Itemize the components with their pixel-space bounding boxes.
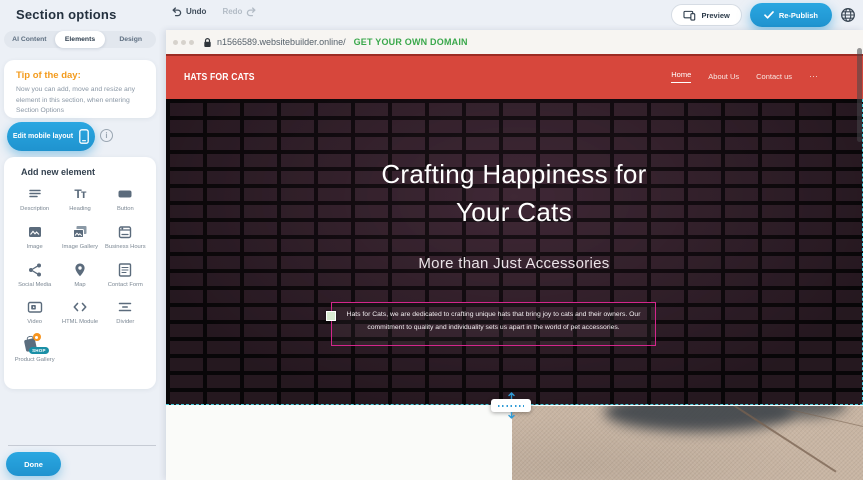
site-url[interactable]: n1566589.websitebuilder.online/ [217,37,346,47]
site-header: HATS FOR CATS Home About Us Contact us ⋯ [166,54,863,99]
undo-button[interactable]: Undo [171,6,206,17]
preview-label: Preview [701,11,729,20]
arrow-up-icon [507,392,516,399]
contact-form-icon [116,261,134,279]
site-nav: Home About Us Contact us ⋯ [671,70,845,83]
get-own-domain-link[interactable]: GET YOUR OWN DOMAIN [354,37,468,47]
element-item-video[interactable]: Video [12,298,57,327]
element-item-contact-form[interactable]: Contact Form [103,261,148,290]
element-item-html-module[interactable]: HTML Module [57,298,102,327]
notification-badge [33,333,41,341]
add-element-title: Add new element [21,167,148,177]
website-builder-app: Section options Undo Redo Preview Re-Pub… [0,0,863,480]
tip-title: Tip of the day: [16,70,144,81]
lock-icon [203,37,212,48]
nav-about-us[interactable]: About Us [708,72,739,81]
description-icon [26,185,44,203]
browser-bar: n1566589.websitebuilder.online/ GET YOUR… [166,30,863,54]
window-dot [189,40,194,45]
republish-button[interactable]: Re-Publish [750,3,832,27]
check-icon [764,11,774,19]
html-module-icon [71,298,89,316]
element-item-social-media[interactable]: Social Media [12,261,57,290]
devices-icon [683,10,696,21]
nav-home[interactable]: Home [671,70,691,83]
history-controls: Undo Redo [171,6,257,17]
nav-contact-us[interactable]: Contact us [756,72,792,81]
hero-title-line2: Your Cats [166,193,862,231]
window-dot [181,40,186,45]
tip-of-the-day-card: Tip of the day: Now you can add, move an… [4,60,156,118]
site-logo: HATS FOR CATS [184,71,255,83]
window-control-dots [173,40,194,45]
element-item-business-hours[interactable]: Business Hours [103,223,148,252]
element-item-button[interactable]: Button [103,185,148,214]
top-actions: Preview Re-Publish [671,3,857,27]
undo-icon [171,6,182,17]
tab-ai-content[interactable]: AI Content [4,31,55,48]
redo-button[interactable]: Redo [222,6,257,17]
map-pin-icon [71,261,89,279]
redo-icon [246,6,257,17]
phone-icon [79,129,89,144]
undo-label: Undo [186,7,206,16]
info-icon: i [105,131,107,140]
info-button[interactable]: i [100,129,113,142]
video-icon [26,298,44,316]
language-globe-button[interactable] [840,7,857,24]
element-item-image-gallery[interactable]: Image Gallery [57,223,102,252]
business-hours-icon [116,223,134,241]
divider-icon [116,298,134,316]
edit-mobile-label: Edit mobile layout [13,133,73,140]
tab-elements[interactable]: Elements [55,31,106,48]
add-new-element-panel: Add new element Description Tт Heading B… [4,157,156,389]
sidebar-divider [8,445,156,446]
element-item-map[interactable]: Map [57,261,102,290]
scrollbar-thumb[interactable] [857,48,862,142]
section-resize-handle[interactable] [491,392,531,419]
hero-title: Crafting Happiness for Your Cats [166,99,862,231]
nav-more-button[interactable]: ⋯ [809,71,819,82]
site-preview-pane: n1566589.websitebuilder.online/ GET YOUR… [166,30,863,480]
tab-design[interactable]: Design [105,31,156,48]
element-item-product-gallery[interactable]: SHOP Product Gallery [12,336,57,365]
edit-mobile-layout-button[interactable]: Edit mobile layout [7,122,95,151]
selected-text-element[interactable]: Hats for Cats, we are dedicated to craft… [331,302,656,346]
republish-label: Re-Publish [779,11,818,20]
window-dot [173,40,178,45]
hero-title-line1: Crafting Happiness for [166,155,862,193]
hero-body-text: Hats for Cats, we are dedicated to craft… [347,311,641,331]
product-gallery-icon: SHOP [23,336,47,354]
button-icon [116,185,134,203]
drag-handle[interactable] [326,311,336,321]
page-title: Section options [16,7,117,22]
element-item-description[interactable]: Description [12,185,57,214]
hero-section: Crafting Happiness for Your Cats More th… [166,99,863,405]
section-photo [512,406,863,480]
redo-label: Redo [222,7,242,16]
element-item-heading[interactable]: Tт Heading [57,185,102,214]
heading-icon: Tт [74,185,85,203]
done-button[interactable]: Done [6,452,61,476]
social-media-icon [26,261,44,279]
hero-subtitle: More than Just Accessories [166,255,862,272]
preview-button[interactable]: Preview [671,4,741,26]
element-grid: Description Tт Heading Button Image Imag… [12,185,148,365]
resize-dots [498,405,524,407]
tip-body: Now you can add, move and resize any ele… [16,85,144,117]
shop-badge: SHOP [29,347,49,354]
image-icon [26,223,44,241]
resize-pill[interactable] [491,399,531,412]
sidebar-tabs: AI Content Elements Design [4,31,156,48]
globe-icon [840,7,856,23]
element-item-image[interactable]: Image [12,223,57,252]
image-gallery-icon [71,223,89,241]
element-item-divider[interactable]: Divider [103,298,148,327]
arrow-down-icon [507,412,516,419]
